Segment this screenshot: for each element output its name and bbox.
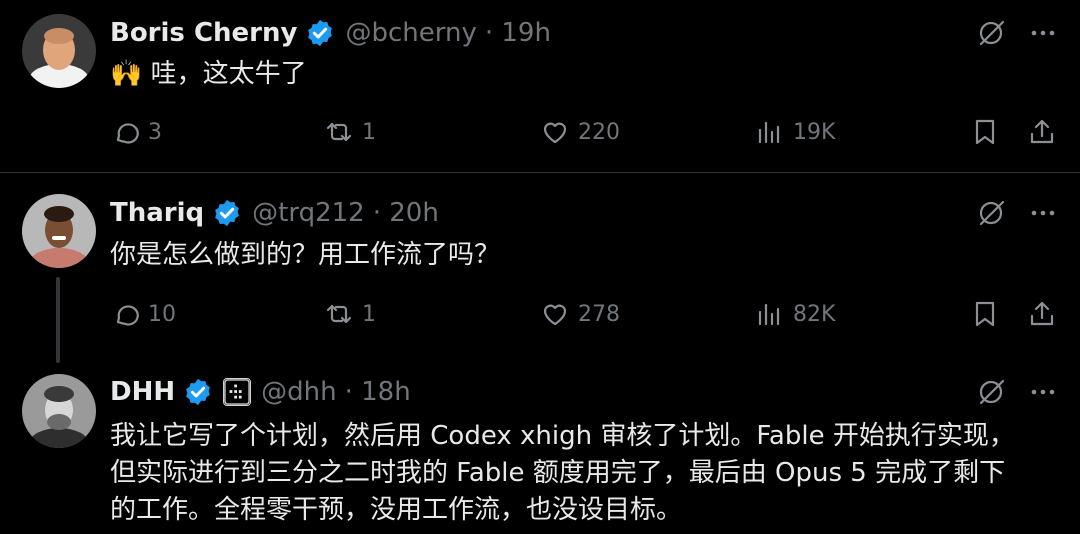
like-icon — [543, 122, 567, 144]
tweet-time[interactable]: · 18h — [345, 377, 411, 407]
view-count: 19K — [793, 119, 836, 145]
author-name[interactable]: DHH — [110, 377, 175, 407]
views-button[interactable]: 19K — [755, 112, 835, 152]
author-name[interactable]: Boris Cherny — [110, 18, 297, 48]
reply-button[interactable]: 3 — [110, 112, 162, 152]
views-icon — [758, 303, 780, 326]
views-icon — [758, 121, 780, 144]
tweet-time[interactable]: · 19h — [485, 18, 551, 48]
verified-badge-icon — [186, 378, 210, 406]
repost-count: 1 — [362, 119, 376, 145]
tweet-text-line: 但实际进行到三分之二时我的 Fable 额度用完了，最后由 Opus 5 完成了… — [110, 458, 1006, 488]
tweet-text: 🙌 哇，这太牛了 — [110, 59, 307, 89]
author-handle[interactable]: @dhh — [261, 377, 336, 407]
share-icon[interactable] — [1027, 117, 1057, 147]
tweet-text: 我让它写了个计划，然后用 Codex xhigh 审核了计划。Fable 开始执… — [110, 418, 1050, 529]
thread-line — [56, 277, 60, 363]
bookmark-icon[interactable] — [970, 117, 1000, 147]
grok-icon[interactable] — [976, 198, 1006, 228]
author-handle[interactable]: @bcherny — [345, 18, 476, 48]
tweet-boris[interactable]: Boris Cherny @bcherny · 19h 🙌 哇，这太牛了 3 1… — [0, 0, 1080, 170]
share-icon[interactable] — [1027, 299, 1057, 329]
reply-button[interactable]: 10 — [110, 294, 176, 334]
repost-count: 1 — [362, 301, 376, 327]
author-name[interactable]: Thariq — [110, 198, 204, 228]
more-icon[interactable] — [1028, 198, 1058, 228]
affiliate-badge-icon[interactable] — [223, 378, 252, 406]
tweet-dhh[interactable]: DHH @dhh · 18h 我让它写了个计划，然后用 Codex xhigh … — [0, 365, 1080, 534]
repost-icon — [326, 304, 352, 324]
reply-count: 10 — [148, 301, 176, 327]
grok-icon[interactable] — [976, 377, 1006, 407]
like-count: 278 — [578, 301, 620, 327]
repost-button[interactable]: 1 — [324, 294, 376, 334]
reply-count: 3 — [148, 119, 162, 145]
tweet-thariq[interactable]: Thariq @trq212 · 20h 你是怎么做到的？用工作流了吗？ 10 … — [0, 173, 1080, 365]
reply-icon — [116, 123, 139, 144]
reply-icon — [116, 305, 139, 326]
grok-icon[interactable] — [976, 18, 1006, 48]
tweet-text-line: 我让它写了个计划，然后用 Codex xhigh 审核了计划。Fable 开始执… — [110, 421, 1015, 451]
like-button[interactable]: 220 — [540, 112, 620, 152]
verified-badge-icon — [308, 19, 333, 47]
more-icon[interactable] — [1028, 377, 1058, 407]
repost-button[interactable]: 1 — [324, 112, 376, 152]
like-button[interactable]: 278 — [540, 294, 620, 334]
tweet-time[interactable]: · 20h — [373, 198, 439, 228]
like-count: 220 — [578, 119, 620, 145]
avatar[interactable] — [22, 374, 96, 448]
bookmark-icon[interactable] — [970, 299, 1000, 329]
view-count: 82K — [793, 301, 836, 327]
tweet-text: 你是怎么做到的？用工作流了吗？ — [110, 240, 501, 270]
repost-icon — [326, 122, 352, 142]
like-icon — [543, 304, 567, 326]
verified-badge-icon — [215, 199, 240, 227]
author-handle[interactable]: @trq212 — [252, 198, 365, 228]
more-icon[interactable] — [1028, 18, 1058, 48]
views-button[interactable]: 82K — [755, 294, 835, 334]
tweet-text-line: 的工作。全程零干预，没用工作流，也没设目标。 — [110, 495, 683, 525]
avatar[interactable] — [22, 194, 96, 268]
avatar[interactable] — [22, 14, 96, 88]
